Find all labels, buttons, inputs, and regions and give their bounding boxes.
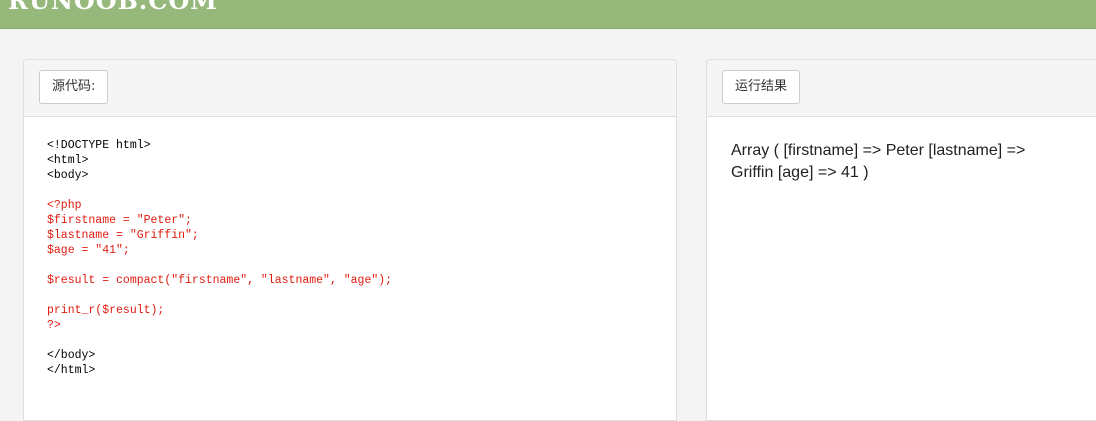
- code-line: <body>: [47, 169, 89, 182]
- code-line: $firstname = "Peter";: [47, 214, 192, 227]
- result-output: Array ( [firstname] => Peter [lastname] …: [731, 142, 1026, 181]
- result-panel-header: 运行结果: [707, 60, 1096, 117]
- site-logo[interactable]: RUNOOB.COM: [8, 0, 218, 15]
- top-header-bar: RUNOOB.COM: [0, 0, 1096, 29]
- code-line: print_r($result);: [47, 304, 165, 317]
- code-line: ?>: [47, 319, 61, 332]
- code-line: $result = compact("firstname", "lastname…: [47, 274, 393, 287]
- code-line: <!DOCTYPE html>: [47, 139, 151, 152]
- code-line: </body>: [47, 349, 96, 362]
- code-line: </html>: [47, 364, 96, 377]
- run-result-button[interactable]: 运行结果: [722, 70, 801, 104]
- run-result-panel: 运行结果 Array ( [firstname] => Peter [lastn…: [706, 59, 1096, 421]
- source-code-panel: 源代码: <!DOCTYPE html> <html> <body> <?php $fi…: [23, 59, 677, 421]
- code-line: <?php: [47, 199, 82, 212]
- code-block[interactable]: <!DOCTYPE html> <html> <body> <?php $firstna…: [47, 138, 392, 378]
- code-line: <html>: [47, 154, 89, 167]
- code-line: $age = "41";: [47, 244, 130, 257]
- source-panel-header: 源代码:: [24, 60, 676, 117]
- source-code-button[interactable]: 源代码:: [39, 70, 109, 104]
- code-line: $lastname = "Griffin";: [47, 229, 199, 242]
